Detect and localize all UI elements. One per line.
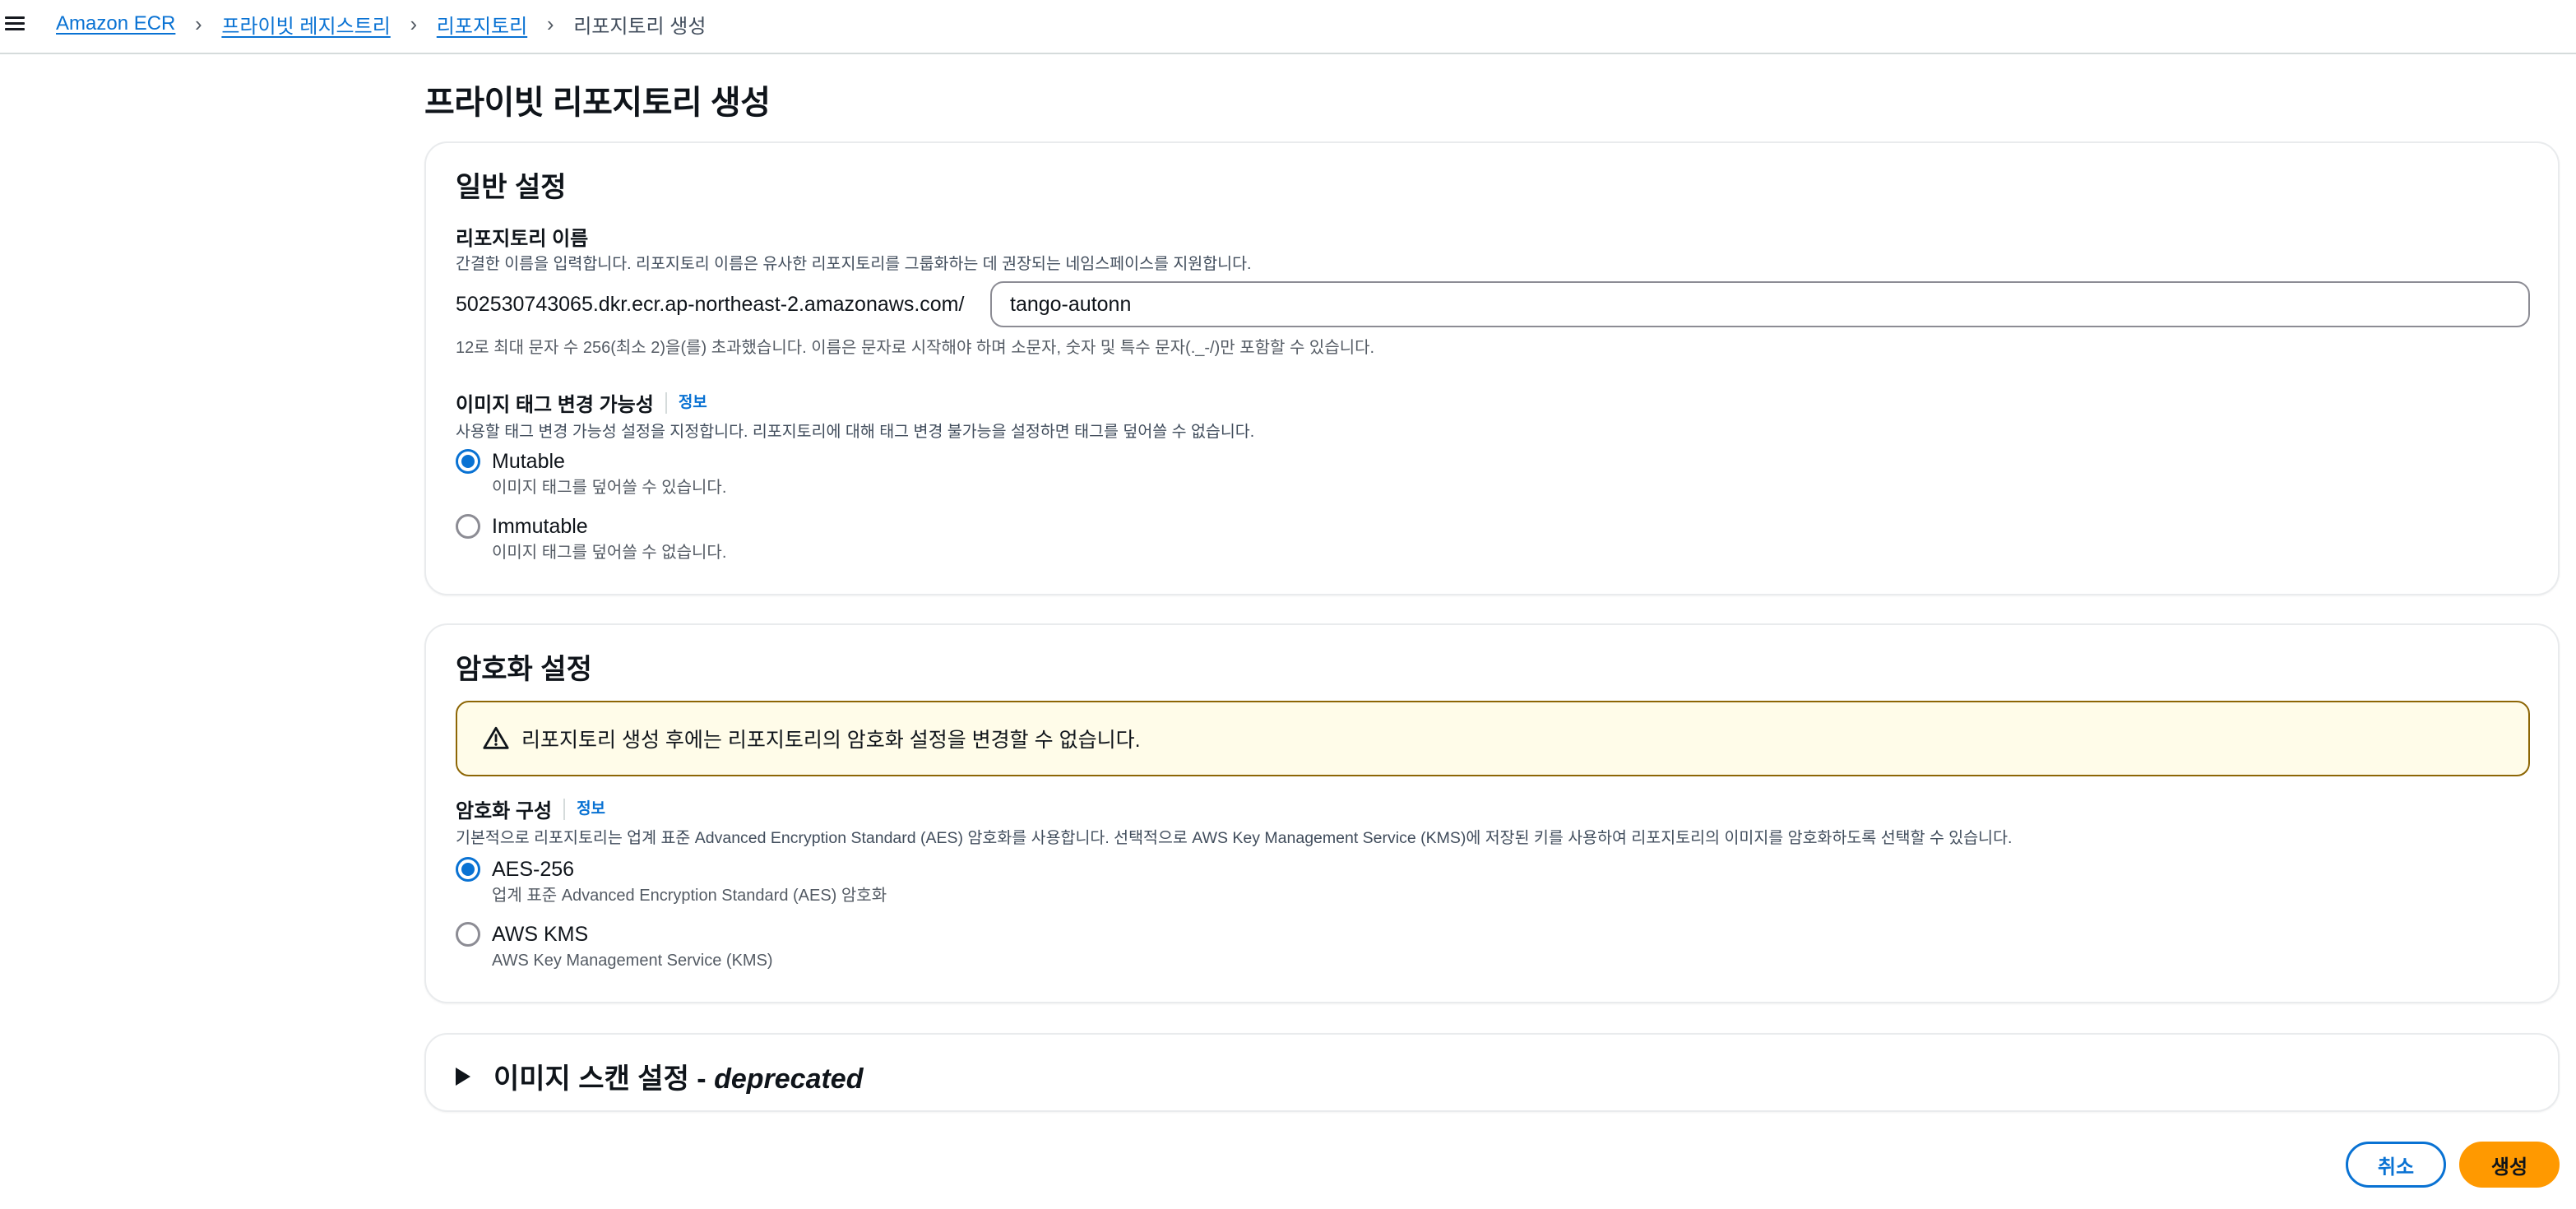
image-scan-settings-panel: 이미지 스캔 설정 - deprecated — [424, 1033, 2560, 1112]
general-settings-panel: 일반 설정 리포지토리 이름 간결한 이름을 입력합니다. 리포지토리 이름은 … — [424, 141, 2560, 595]
encryption-config-description: 기본적으로 리포지토리는 업계 표준 Advanced Encryption S… — [456, 829, 2013, 847]
tag-mutability-label-text: 이미지 태그 변경 가능성 — [456, 394, 654, 416]
encryption-settings-panel: 암호화 설정 리포지토리 생성 후에는 리포지토리의 암호화 설정을 변경할 수… — [424, 623, 2560, 1003]
breadcrumb-current: 리포지토리 생성 — [573, 15, 707, 38]
kms-label: AWS KMS — [492, 923, 589, 946]
breadcrumb-amazon-ecr[interactable]: Amazon ECR — [56, 12, 175, 35]
create-button[interactable]: 생성 — [2459, 1142, 2560, 1188]
aes256-option[interactable]: AES-256 업계 표준 Advanced Encryption Standa… — [456, 855, 887, 908]
encryption-config-label: 암호화 구성 정보 — [456, 794, 605, 823]
tag-mutability-info-link[interactable]: 정보 — [665, 391, 707, 414]
mutable-option-text: Mutable 이미지 태그를 덮어쓸 수 있습니다. — [492, 447, 726, 500]
mutable-radio[interactable] — [456, 449, 480, 474]
image-scan-title-text: 이미지 스캔 설정 - — [493, 1063, 715, 1095]
repo-name-label-text: 리포지토리 이름 — [456, 228, 589, 250]
mutable-option[interactable]: Mutable 이미지 태그를 덮어쓸 수 있습니다. — [456, 447, 726, 500]
warning-icon — [483, 726, 509, 749]
aes256-description: 업계 표준 Advanced Encryption Standard (AES)… — [492, 887, 887, 905]
aes256-radio[interactable] — [456, 857, 480, 882]
encryption-warning-alert: 리포지토리 생성 후에는 리포지토리의 암호화 설정을 변경할 수 없습니다. — [456, 701, 2530, 776]
tag-mutability-label: 이미지 태그 변경 가능성 정보 — [456, 388, 707, 417]
kms-option[interactable]: AWS KMS AWS Key Management Service (KMS) — [456, 920, 773, 973]
repo-uri-prefix: 502530743065.dkr.ecr.ap-northeast-2.amaz… — [456, 293, 965, 316]
kms-radio[interactable] — [456, 922, 480, 947]
kms-option-text: AWS KMS AWS Key Management Service (KMS) — [492, 920, 773, 973]
repo-name-constraint: 12로 최대 문자 수 256(최소 2)을(를) 초과했습니다. 이름은 문자… — [456, 339, 1375, 357]
general-settings-title: 일반 설정 — [456, 172, 567, 203]
repo-name-description: 간결한 이름을 입력합니다. 리포지토리 이름은 유사한 리포지토리를 그룹화하… — [456, 255, 1252, 273]
chevron-right-icon: › — [410, 11, 418, 36]
encryption-settings-title: 암호화 설정 — [456, 654, 592, 685]
immutable-option[interactable]: Immutable 이미지 태그를 덮어쓸 수 없습니다. — [456, 512, 726, 565]
mutable-label: Mutable — [492, 450, 565, 473]
breadcrumb-repositories[interactable]: 리포지토리 — [437, 10, 527, 39]
tag-mutability-description: 사용할 태그 변경 가능성 설정을 지정합니다. 리포지토리에 대해 태그 변경… — [456, 423, 1255, 441]
deprecated-label: deprecated — [714, 1063, 864, 1095]
encryption-config-info-link[interactable]: 정보 — [563, 798, 605, 820]
aes256-option-text: AES-256 업계 표준 Advanced Encryption Standa… — [492, 855, 887, 908]
encryption-config-label-text: 암호화 구성 — [456, 800, 553, 822]
chevron-right-icon: › — [195, 11, 202, 36]
immutable-description: 이미지 태그를 덮어쓸 수 없습니다. — [492, 544, 727, 562]
chevron-right-icon: › — [546, 11, 554, 36]
breadcrumb-private-registry[interactable]: 프라이빗 레지스트리 — [221, 10, 390, 39]
encryption-warning-text: 리포지토리 생성 후에는 리포지토리의 암호화 설정을 변경할 수 없습니다. — [521, 729, 1141, 752]
immutable-radio[interactable] — [456, 514, 480, 539]
mutable-description: 이미지 태그를 덮어쓸 수 있습니다. — [492, 479, 727, 497]
top-navigation-bar: Amazon ECR › 프라이빗 레지스트리 › 리포지토리 › 리포지토리 … — [0, 0, 2576, 54]
caret-right-icon — [456, 1067, 470, 1086]
page-title: 프라이빗 리포지토리 생성 — [424, 85, 771, 121]
repo-name-input[interactable] — [990, 281, 2530, 327]
image-scan-expand-toggle[interactable]: 이미지 스캔 설정 - deprecated — [456, 1056, 863, 1096]
breadcrumb: Amazon ECR › 프라이빗 레지스트리 › 리포지토리 › 리포지토리 … — [56, 8, 706, 39]
repo-name-label: 리포지토리 이름 — [456, 222, 588, 251]
immutable-option-text: Immutable 이미지 태그를 덮어쓸 수 없습니다. — [492, 512, 726, 565]
immutable-label: Immutable — [492, 515, 588, 538]
aes256-label: AES-256 — [492, 858, 575, 881]
image-scan-title: 이미지 스캔 설정 - deprecated — [493, 1056, 863, 1096]
hamburger-menu-icon[interactable] — [5, 13, 28, 36]
kms-description: AWS Key Management Service (KMS) — [492, 952, 773, 970]
cancel-button[interactable]: 취소 — [2346, 1142, 2446, 1188]
